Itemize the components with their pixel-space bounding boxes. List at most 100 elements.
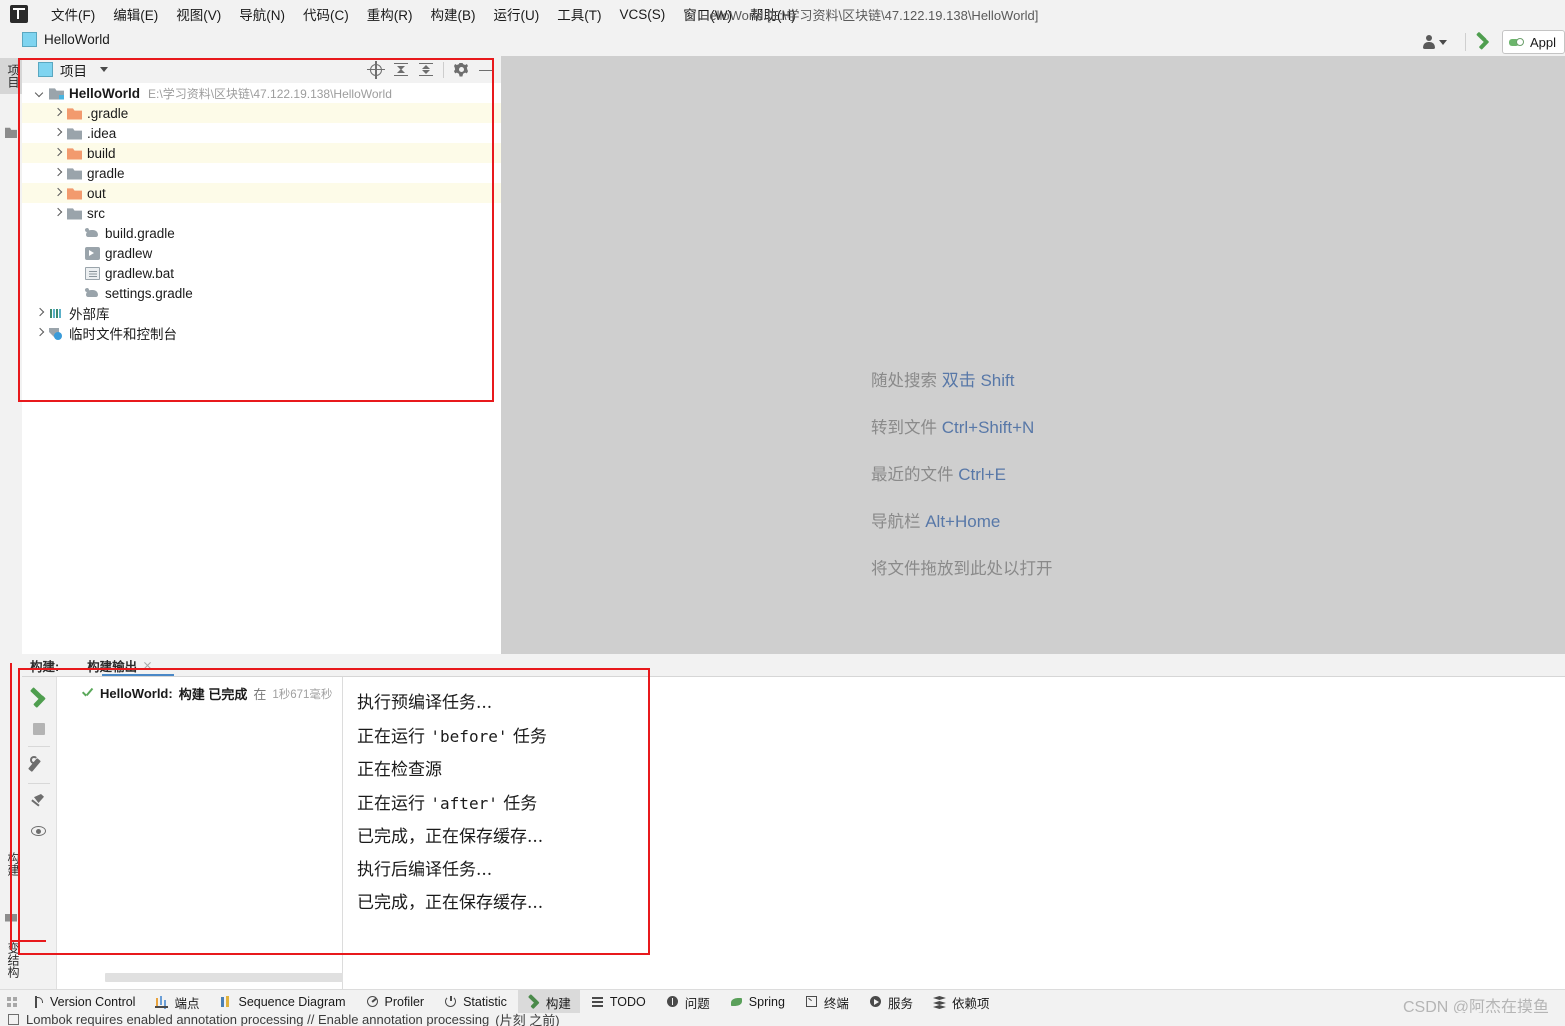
status-tool-statistic[interactable]: Statistic xyxy=(435,992,516,1012)
menu-item-refactor[interactable]: 重构(R) xyxy=(358,1,422,27)
tree-row[interactable]: build.gradle xyxy=(22,223,501,243)
run-config-icon xyxy=(1508,36,1524,49)
status-tool-todo[interactable]: TODO xyxy=(582,992,655,1012)
build-result-tree[interactable]: HelloWorld: 构建 已完成 在 1秒671毫秒 xyxy=(57,677,390,990)
tree-row-label: out xyxy=(87,185,106,201)
tree-row[interactable]: .idea xyxy=(22,123,501,143)
menu-item-file[interactable]: 文件(F) xyxy=(42,1,104,27)
tree-row[interactable]: gradlew xyxy=(22,243,501,263)
status-tool-label: Profiler xyxy=(384,995,425,1009)
bat-icon xyxy=(85,266,100,280)
menu-item-code[interactable]: 代码(C) xyxy=(294,1,358,27)
chevron-right-icon[interactable] xyxy=(52,188,63,199)
stripe-tab-project[interactable]: 项目 xyxy=(0,58,22,94)
build-console-output[interactable]: 执行预编译任务... 正在运行 'before' 任务 正在检查源 正在运行 'aft… xyxy=(343,677,1565,1000)
menu-item-build[interactable]: 构建(B) xyxy=(422,1,485,27)
status-tool-label: 依赖项 xyxy=(951,996,990,1011)
toolbar-divider xyxy=(28,746,50,747)
tree-row[interactable]: .gradle xyxy=(22,103,501,123)
run-configuration-selector[interactable]: Appl xyxy=(1501,30,1565,54)
vcs-icon xyxy=(31,995,45,1009)
stop-icon[interactable] xyxy=(22,713,56,743)
notification-time: (片刻 之前) xyxy=(495,1013,560,1026)
tree-row[interactable]: gradle xyxy=(22,163,501,183)
editor-hint-shortcut: 双击 Shift xyxy=(937,371,1015,390)
status-tool-sequence-diagram[interactable]: Sequence Diagram xyxy=(210,992,354,1012)
tree-row-path: E:\学习资料\区块链\47.122.19.138\HelloWorld xyxy=(148,86,392,101)
minimize-icon[interactable] xyxy=(475,59,497,81)
tree-row[interactable]: out xyxy=(22,183,501,203)
status-tool-version-control[interactable]: Version Control xyxy=(22,992,144,1012)
tree-row[interactable]: settings.gradle xyxy=(22,283,501,303)
status-tool-label: 终端 xyxy=(823,996,849,1011)
console-line: 执行后编译任务... xyxy=(357,860,493,880)
status-tool-构建[interactable]: 构建 xyxy=(517,989,580,1015)
rerun-build-icon[interactable] xyxy=(22,683,56,713)
project-tree[interactable]: HelloWorld E:\学习资料\区块链\47.122.19.138\Hell… xyxy=(22,83,501,654)
editor-hint-label: 随处搜索 xyxy=(871,372,937,390)
status-tool-spring[interactable]: Spring xyxy=(721,992,794,1012)
project-panel-toolbar xyxy=(365,56,497,83)
status-tool-服务[interactable]: 服务 xyxy=(860,990,922,1015)
menu-item-edit[interactable]: 编辑(E) xyxy=(104,1,167,27)
status-tool-profiler[interactable]: Profiler xyxy=(357,992,434,1012)
menu-item-view[interactable]: 视图(V) xyxy=(167,1,230,27)
build-hammer-icon[interactable] xyxy=(1474,33,1492,51)
stripe-folder-icon[interactable] xyxy=(5,127,17,138)
menu-item-vcs[interactable]: VCS(S) xyxy=(611,4,675,25)
gear-icon[interactable] xyxy=(450,59,472,81)
chevron-right-icon[interactable] xyxy=(52,108,63,119)
close-icon[interactable] xyxy=(143,661,152,670)
editor-hint: 最近的文件 Ctrl+E xyxy=(871,461,1053,485)
project-tab-helloworld[interactable]: HelloWorld xyxy=(22,32,110,47)
chevron-right-icon[interactable] xyxy=(34,328,45,339)
collapse-all-icon[interactable] xyxy=(415,59,437,81)
console-line: 已完成，正在保存缓存... xyxy=(357,827,544,847)
tree-row[interactable]: 临时文件和控制台 xyxy=(22,323,501,343)
eye-icon[interactable] xyxy=(22,817,56,847)
stripe-tab-build[interactable]: 构建 xyxy=(0,846,22,882)
chevron-down-icon[interactable] xyxy=(100,67,108,72)
tree-row[interactable]: gradlew.bat xyxy=(22,263,501,283)
tree-row-label: gradlew.bat xyxy=(105,265,175,281)
tree-row[interactable]: src xyxy=(22,203,501,223)
settings-wrench-icon[interactable] xyxy=(22,750,56,780)
project-panel-title-group[interactable]: 项目 xyxy=(22,60,108,80)
folder-o-icon xyxy=(67,108,82,120)
chevron-down-icon[interactable] xyxy=(1438,39,1447,45)
tree-row[interactable]: build xyxy=(22,143,501,163)
chevron-right-icon[interactable] xyxy=(52,168,63,179)
status-tool-终端[interactable]: 终端 xyxy=(796,990,858,1015)
menu-item-run[interactable]: 运行(U) xyxy=(485,1,549,27)
status-tool-label: Version Control xyxy=(50,995,136,1009)
chevron-right-icon[interactable] xyxy=(52,128,63,139)
menu-item-tools[interactable]: 工具(T) xyxy=(548,1,610,27)
tree-row-label: gradle xyxy=(87,165,125,181)
status-tool-依赖项[interactable]: 依赖项 xyxy=(924,990,999,1015)
chevron-right-icon[interactable] xyxy=(34,308,45,319)
notification-text[interactable]: Lombok requires enabled annotation proce… xyxy=(26,1013,489,1026)
menu-item-navigate[interactable]: 导航(N) xyxy=(230,1,294,27)
account-icon[interactable] xyxy=(1421,34,1437,50)
editor-drop-hint: 将文件拖放到此处以打开 xyxy=(871,560,1053,578)
build-result-row[interactable]: HelloWorld: 构建 已完成 在 1秒671毫秒 xyxy=(57,677,342,703)
select-opened-file-icon[interactable] xyxy=(365,59,387,81)
console-line: 执行预编译任务... xyxy=(357,693,493,713)
stripe-flag-icon[interactable] xyxy=(5,914,17,926)
expand-all-icon[interactable] xyxy=(390,59,412,81)
status-bar-tool-list: Version Control 端点 Sequence Diagram Profile… xyxy=(22,989,1000,1015)
gradle-icon xyxy=(85,227,100,240)
chevron-down-icon[interactable] xyxy=(34,88,45,99)
tree-row[interactable]: HelloWorld E:\学习资料\区块链\47.122.19.138\Hell… xyxy=(22,83,501,103)
stripe-tab-structure[interactable]: 变结构 xyxy=(0,936,22,984)
tab-build-output[interactable]: 构建输出 xyxy=(87,654,152,676)
chevron-right-icon[interactable] xyxy=(52,148,63,159)
status-tool-端点[interactable]: 端点 xyxy=(146,990,208,1015)
status-grip-icon[interactable] xyxy=(0,990,22,1014)
pin-icon[interactable] xyxy=(22,787,56,817)
status-tool-问题[interactable]: 问题 xyxy=(657,990,719,1015)
tree-row[interactable]: 外部库 xyxy=(22,303,501,323)
chevron-right-icon[interactable] xyxy=(52,208,63,219)
